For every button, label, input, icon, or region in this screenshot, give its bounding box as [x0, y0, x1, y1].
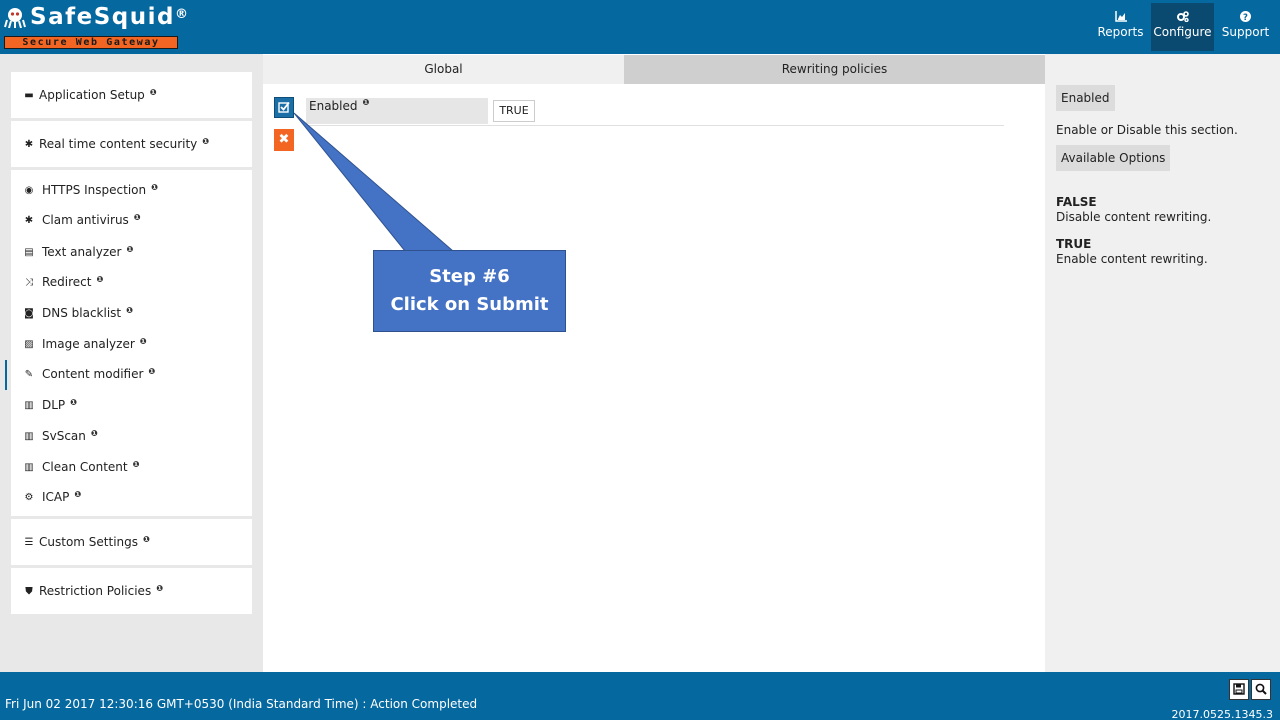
- step-callout: Step #6 Click on Submit: [373, 250, 566, 332]
- save-icon: [1233, 683, 1245, 695]
- help-title: Enabled: [1056, 85, 1115, 111]
- option-true: TRUE Enable content rewriting.: [1056, 237, 1208, 266]
- save-button[interactable]: [1229, 679, 1249, 700]
- option-false: FALSE Disable content rewriting.: [1056, 195, 1212, 224]
- help-panel: Enabled Enable or Disable this section. …: [1045, 54, 1280, 672]
- search-icon: [1255, 683, 1267, 695]
- help-description: Enable or Disable this section.: [1056, 123, 1238, 137]
- footer-bar: Fri Jun 02 2017 12:30:16 GMT+0530 (India…: [0, 672, 1280, 720]
- status-text: Fri Jun 02 2017 12:30:16 GMT+0530 (India…: [5, 697, 478, 711]
- search-button[interactable]: [1251, 679, 1271, 700]
- version-text: 2017.0525.1345.3: [1171, 708, 1273, 720]
- available-options-title: Available Options: [1056, 145, 1171, 171]
